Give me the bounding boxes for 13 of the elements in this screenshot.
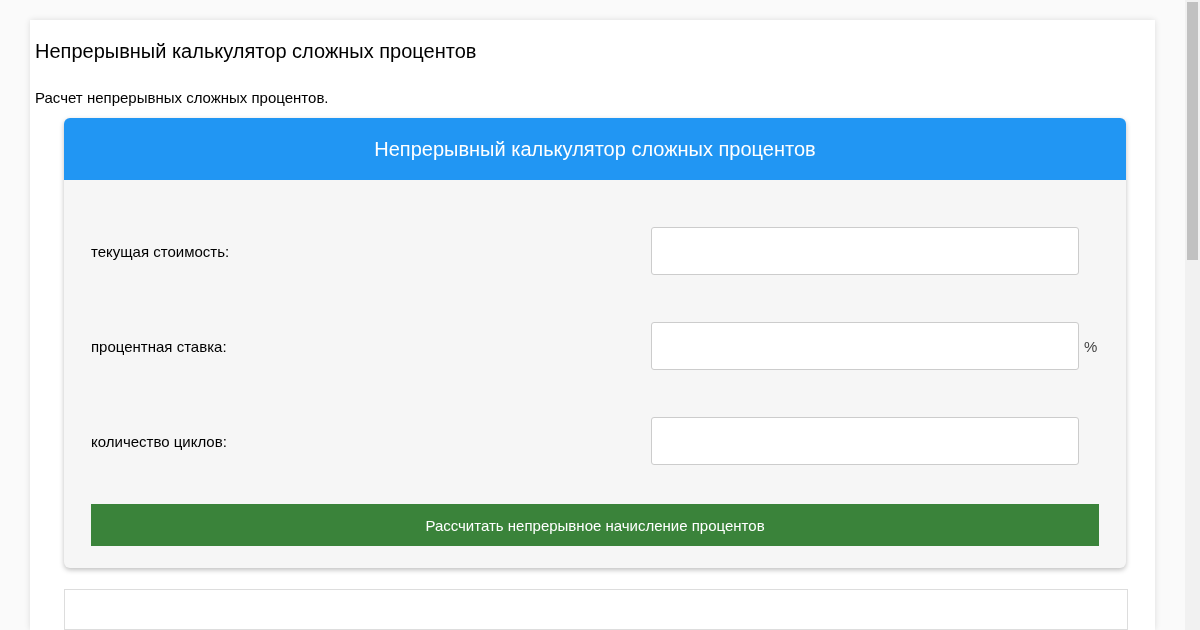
scrollbar-thumb[interactable] <box>1187 2 1198 260</box>
field-label: процентная ставка: <box>91 337 228 355</box>
unit-label: % <box>1084 337 1098 355</box>
field-label: текущая стоимость: <box>91 242 231 260</box>
calculate-button[interactable]: Рассчитать непрерывное начисление процентов <box>91 504 1099 546</box>
field-label: количество циклов: <box>91 432 228 450</box>
page-title: Непрерывный калькулятор сложных процентов <box>35 39 477 63</box>
scrollbar[interactable] <box>1185 0 1200 630</box>
input-field[interactable] <box>651 322 1079 370</box>
input-field[interactable] <box>651 417 1079 465</box>
calculator-header: Непрерывный калькулятор сложных процентов <box>64 118 1126 180</box>
input-field[interactable] <box>651 227 1079 275</box>
page-description: Расчет непрерывных сложных процентов. <box>35 89 329 107</box>
